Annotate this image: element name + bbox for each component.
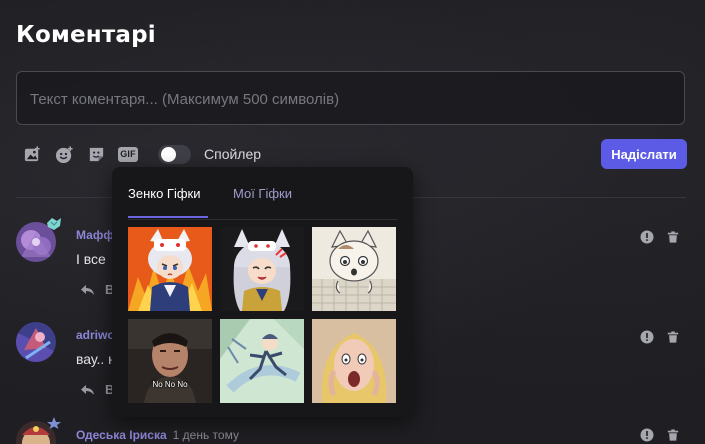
sticker-icon[interactable] [86, 144, 106, 164]
image-icon[interactable] [22, 144, 42, 164]
gif-item[interactable] [220, 227, 304, 311]
comment-time: 1 день тому [172, 428, 239, 442]
author-name[interactable]: Мафф [76, 228, 114, 242]
gif-icon-label: GIF [118, 146, 138, 162]
delete-icon[interactable] [666, 428, 680, 442]
gif-picker-tabs: Зенко Гіфки Мої Гіфки [128, 167, 397, 220]
send-button[interactable]: Надіслати [601, 139, 687, 169]
reply-icon [81, 384, 94, 395]
badge-icon [47, 218, 61, 230]
tab-my-gifs[interactable]: Мої Гіфки [233, 186, 292, 201]
comment-text: І все [76, 251, 106, 267]
author-name[interactable]: Одеська Іриска [76, 428, 167, 442]
emoji-icon[interactable] [54, 144, 74, 164]
comment-text: вау.. н [76, 351, 116, 367]
gif-caption: No No No [152, 380, 188, 389]
spoiler-label: Спойлер [204, 146, 262, 162]
tab-zenko-gifs[interactable]: Зенко Гіфки [128, 186, 201, 201]
reply-button[interactable]: В [80, 382, 114, 397]
reply-icon [81, 284, 94, 295]
gif-picker-popup: Зенко Гіфки Мої Гіфки No No No [112, 167, 413, 417]
report-icon[interactable] [640, 330, 654, 344]
toggle-knob [161, 146, 176, 162]
avatar[interactable] [16, 322, 56, 362]
comment-textarea[interactable] [17, 72, 684, 124]
author-name[interactable]: adriwo [76, 328, 115, 342]
badge-icon [47, 417, 61, 429]
report-icon[interactable] [640, 428, 654, 442]
composer-toolbar: GIF Спойлер [22, 141, 261, 167]
comment-field[interactable] [16, 71, 685, 125]
gif-item[interactable] [220, 319, 304, 403]
report-icon[interactable] [640, 230, 654, 244]
gif-icon[interactable]: GIF [118, 144, 138, 164]
gif-item[interactable]: No No No [128, 319, 212, 403]
delete-icon[interactable] [666, 230, 680, 244]
active-tab-indicator [128, 216, 208, 218]
gif-item[interactable] [312, 227, 396, 311]
comments-page: Коментарі GIF Спойлер Надіслати Мафф І в… [0, 0, 705, 444]
gif-item[interactable] [128, 227, 212, 311]
delete-icon[interactable] [666, 330, 680, 344]
gif-item[interactable] [312, 319, 396, 403]
comment-actions [628, 330, 680, 344]
comment-actions [628, 428, 680, 442]
spoiler-toggle[interactable] [158, 144, 191, 164]
page-title: Коментарі [16, 22, 156, 48]
reply-button[interactable]: В [80, 282, 114, 297]
comment-author[interactable]: Одеська Іриска 1 день тому [76, 428, 239, 442]
gif-grid: No No No [128, 227, 397, 403]
comment-actions [628, 230, 680, 244]
